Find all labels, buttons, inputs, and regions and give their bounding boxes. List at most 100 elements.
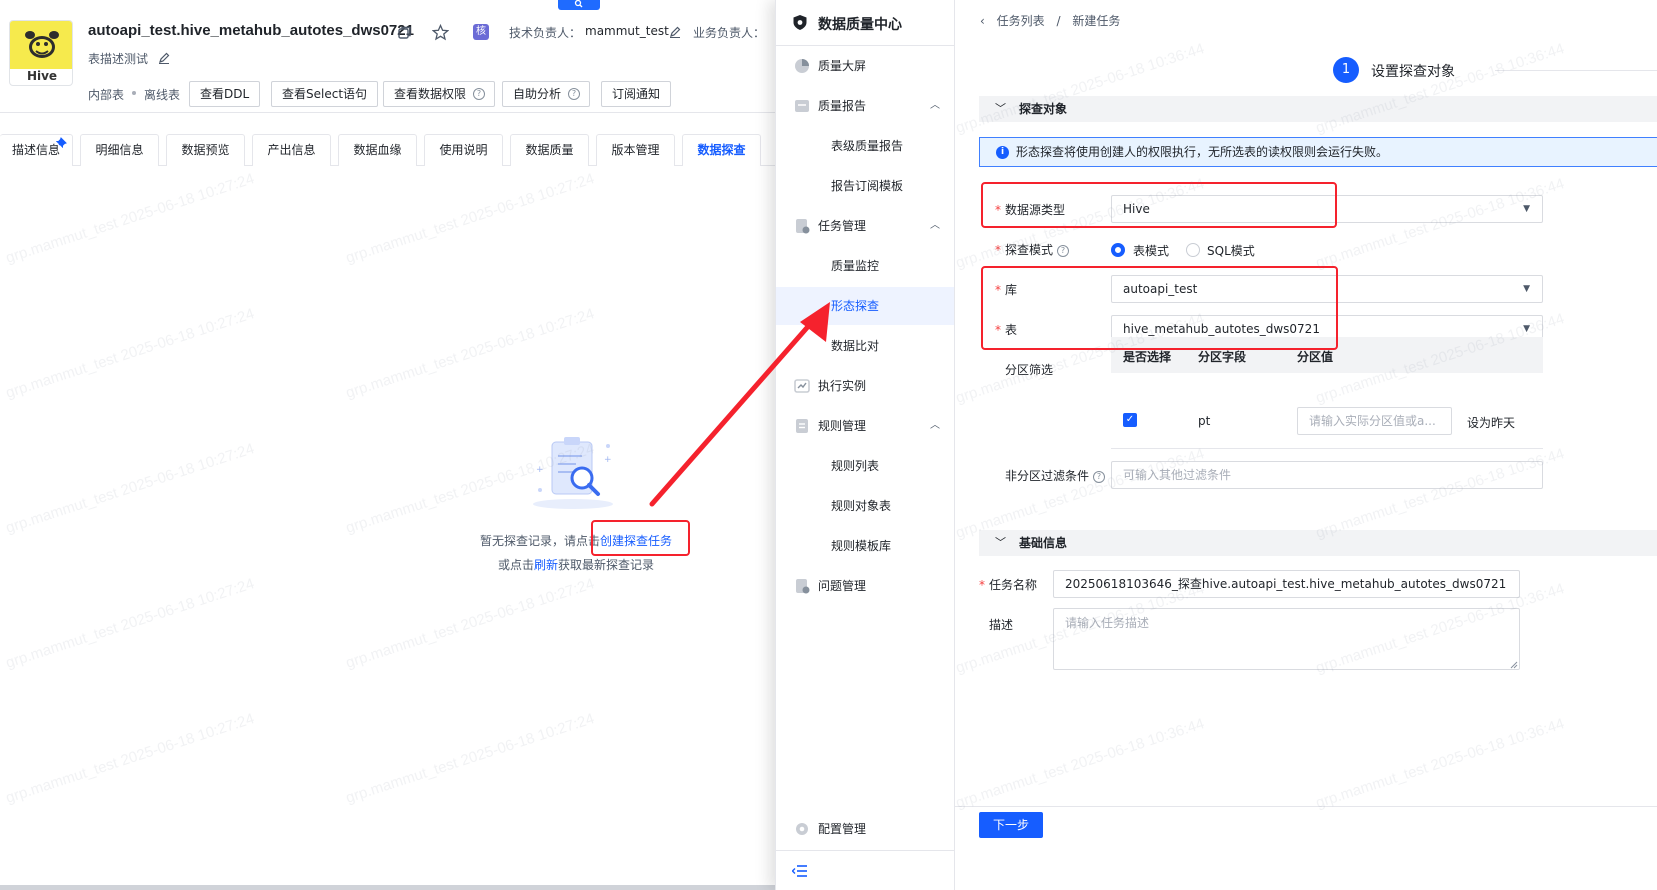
set-yesterday-link[interactable]: 设为昨天 (1467, 414, 1515, 431)
edit-icon[interactable] (669, 26, 681, 38)
mode-table-radio[interactable] (1111, 243, 1125, 257)
sidebar-label: 任务管理 (818, 219, 867, 233)
horizontal-scrollbar[interactable] (0, 885, 775, 890)
new-task-form: ‹ 任务列表 / 新建任务 1 设置探查对象 ﹀ 探查对象 i 形态探查将使用创… (955, 0, 1657, 890)
highlight-box-db-table (981, 266, 1338, 350)
breadcrumb-separator: / (1056, 14, 1061, 28)
section-explore-object[interactable]: ﹀ 探查对象 (979, 96, 1657, 122)
sidebar-item-config[interactable]: 配置管理 (776, 810, 954, 848)
tab-version[interactable]: 版本管理 (596, 134, 675, 166)
view-ddl-button[interactable]: 查看DDL (189, 81, 261, 107)
sidebar-item-table-report[interactable]: 表级质量报告 (776, 127, 954, 165)
mode-label-text: 探查模式 (1005, 243, 1054, 257)
mode-table-label[interactable]: 表模式 (1133, 242, 1169, 259)
chevron-down-icon: ﹀ (995, 536, 1006, 549)
sidebar-item-task-management[interactable]: 任务管理 ︿ (776, 207, 954, 245)
step-number: 1 (1333, 57, 1359, 83)
view-permission-button[interactable]: 查看数据权限? (383, 81, 496, 107)
tab-explore[interactable]: 数据探查 (682, 134, 761, 166)
sidebar-divider (776, 850, 954, 851)
breadcrumb-task-list[interactable]: 任务列表 (997, 14, 1045, 28)
bee-icon (25, 31, 59, 58)
tab-detail[interactable]: 明细信息 (80, 134, 159, 166)
shield-icon (793, 15, 807, 30)
tab-preview[interactable]: 数据预览 (166, 134, 245, 166)
permission-alert: i 形态探查将使用创建人的权限执行，无所选表的读权限则会运行失败。 (979, 137, 1657, 167)
top-search-tab[interactable] (558, 0, 600, 10)
empty-clipboard-icon: + + (533, 437, 613, 509)
logo-label: Hive (26, 69, 58, 83)
sidebar-item-quality-monitor[interactable]: 质量监控 (776, 247, 954, 285)
table-description: 表描述测试 (88, 52, 149, 66)
empty-prefix: 暂无探查记录，请点击 (480, 534, 601, 548)
sidebar-item-issue-management[interactable]: 问题管理 (776, 567, 954, 605)
sidebar-label: 配置管理 (818, 822, 867, 836)
partition-value-input[interactable]: 请输入实际分区值或a... (1297, 407, 1452, 435)
tab-usage[interactable]: 使用说明 (424, 134, 503, 166)
back-chevron-icon[interactable]: ‹ (980, 14, 985, 28)
chevron-up-icon: ︿ (930, 420, 940, 431)
edit-description-icon[interactable] (158, 52, 170, 64)
mode-sql-radio[interactable] (1186, 243, 1200, 257)
sidebar-label: 规则模板库 (831, 539, 892, 553)
partition-checkbox[interactable]: ✓ (1123, 413, 1137, 427)
partition-row-divider (1111, 448, 1543, 449)
report-icon (795, 100, 809, 112)
view-permission-label: 查看数据权限 (394, 87, 467, 101)
sidebar-label: 问题管理 (818, 579, 867, 593)
subscribe-button[interactable]: 订阅通知 (601, 81, 672, 107)
desc-label: 描述 (989, 618, 1014, 632)
section-basic-info[interactable]: ﹀ 基础信息 (979, 530, 1657, 556)
help-icon: ? (473, 88, 486, 100)
resize-handle-icon[interactable] (1510, 661, 1518, 669)
mode-label: * 探查模式? (995, 241, 1070, 258)
sidebar-label: 质量监控 (831, 259, 880, 273)
filter-label: 非分区过滤条件? (1005, 467, 1106, 484)
tag-internal: 内部表 (88, 88, 125, 102)
tag-offline: 离线表 (144, 88, 181, 102)
sidebar-item-report-template[interactable]: 报告订阅模板 (776, 167, 954, 205)
desc-placeholder: 请输入任务描述 (1065, 616, 1150, 630)
biz-owner-label: 业务负责人： (693, 26, 766, 40)
pin-icon[interactable] (56, 136, 68, 148)
sidebar-item-quality-report[interactable]: 质量报告 ︿ (776, 87, 954, 125)
header-divider (0, 112, 775, 113)
mode-sql-label[interactable]: SQL模式 (1207, 242, 1255, 259)
highlight-box-create (591, 520, 690, 556)
taskname-label: * 任务名称 (979, 578, 1038, 592)
tab-output[interactable]: 产出信息 (252, 134, 331, 166)
view-select-button[interactable]: 查看Select语句 (271, 81, 379, 107)
self-analysis-button[interactable]: 自助分析? (502, 81, 591, 107)
col-select: 是否选择 (1123, 350, 1172, 364)
desc-textarea[interactable]: 请输入任务描述 (1053, 608, 1520, 670)
hive-logo: Hive (9, 20, 73, 86)
sidebar-header: 数据质量中心 (776, 0, 956, 46)
taskname-label-text: 任务名称 (989, 578, 1038, 592)
taskname-input[interactable]: 20250618103646_探查hive.autoapi_test.hive_… (1053, 570, 1520, 598)
help-icon: ? (1057, 244, 1070, 257)
copy-icon[interactable] (397, 25, 413, 41)
tab-quality[interactable]: 数据质量 (510, 134, 589, 166)
table-title: autoapi_test.hive_metahub_autotes_dws072… (88, 22, 414, 39)
refresh-link[interactable]: 刷新 (534, 558, 558, 572)
collapse-menu-icon[interactable] (792, 864, 808, 878)
sidebar-label: 质量大屏 (818, 59, 867, 73)
filter-label-text: 非分区过滤条件 (1005, 469, 1090, 483)
next-step-button[interactable]: 下一步 (979, 812, 1043, 838)
filter-input[interactable]: 可输入其他过滤条件 (1111, 461, 1543, 489)
chevron-up-icon: ︿ (930, 100, 940, 111)
tab-lineage[interactable]: 数据血缘 (338, 134, 417, 166)
caret-down-icon: ▼ (1523, 204, 1530, 214)
tag-dot (132, 91, 136, 95)
step-line (1495, 70, 1657, 71)
issue-icon (796, 579, 810, 594)
pie-chart-icon (795, 59, 809, 73)
core-badge: 核 (473, 24, 489, 40)
sidebar-item-rule-template[interactable]: 规则模板库 (776, 527, 954, 565)
self-analysis-label: 自助分析 (513, 87, 562, 101)
svg-text:+: + (604, 455, 612, 465)
highlight-box-datasource (981, 182, 1337, 228)
partition-placeholder: 请输入实际分区值或a... (1309, 414, 1436, 428)
star-icon[interactable] (432, 24, 449, 41)
sidebar-item-quality-screen[interactable]: 质量大屏 (776, 47, 954, 85)
